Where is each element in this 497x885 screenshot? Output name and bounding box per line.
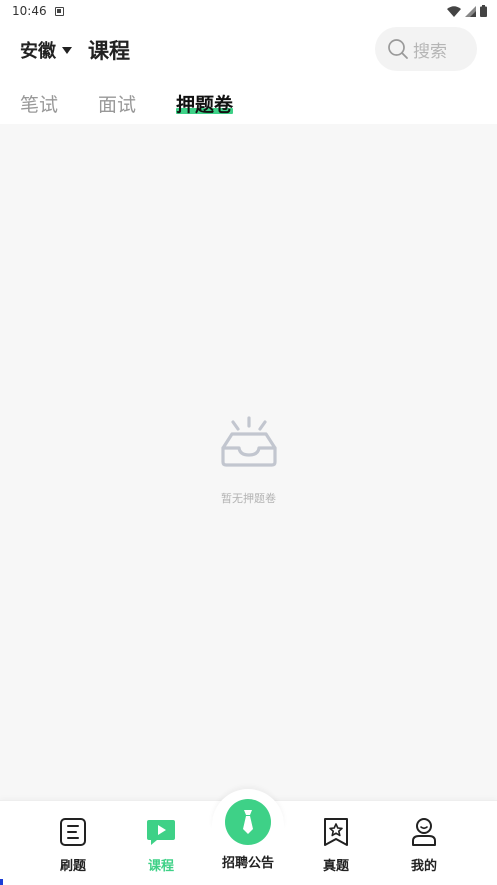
empty-state: 暂无押题卷: [0, 416, 497, 506]
tab-label: 面试: [98, 94, 137, 116]
user-icon: [412, 818, 436, 846]
search-placeholder: 搜索: [413, 41, 447, 62]
nav-item-practice[interactable]: 刷题: [33, 817, 113, 874]
battery-icon: [480, 5, 487, 17]
recruitment-circle: [225, 799, 271, 845]
video-play-icon: [147, 820, 175, 845]
empty-inbox-icon: [220, 416, 277, 467]
tab-label: 笔试: [20, 94, 59, 116]
nav-item-courses[interactable]: 课程: [121, 817, 201, 874]
content-area: 暂无押题卷: [0, 124, 497, 800]
nav-item-past-papers[interactable]: 真题: [296, 817, 376, 874]
tab-label: 押题卷: [176, 94, 234, 116]
nav-item-recruitment[interactable]: 招聘公告: [208, 799, 288, 871]
header: 安徽 课程 搜索: [0, 22, 497, 78]
page-title: 课程: [88, 39, 130, 63]
tab-mock-papers[interactable]: 押题卷: [176, 84, 234, 118]
nav-label: 招聘公告: [221, 856, 274, 871]
region-selector[interactable]: 安徽: [20, 37, 72, 63]
nav-label: 刷题: [59, 859, 86, 874]
search-icon: [388, 39, 408, 59]
nav-label: 真题: [322, 859, 349, 874]
search-box[interactable]: 搜索: [375, 27, 477, 71]
nav-label: 课程: [147, 859, 174, 874]
course-tabs: 笔试 面试 押题卷: [0, 84, 497, 124]
home-indicator: [0, 879, 3, 885]
tie-icon: [243, 810, 253, 834]
star-bookmark-icon: [324, 818, 348, 846]
empty-state-text: 暂无押题卷: [221, 492, 276, 505]
region-label: 安徽: [20, 41, 56, 62]
document-icon: [60, 818, 86, 846]
tab-written-exam[interactable]: 笔试: [20, 84, 58, 118]
cellular-signal-icon: [465, 5, 476, 17]
nav-item-profile[interactable]: 我的: [384, 817, 464, 874]
status-time: 10:46: [12, 4, 47, 18]
tab-interview[interactable]: 面试: [98, 84, 136, 118]
bottom-nav: 刷题 课程 招聘公告 真题 我的: [0, 789, 497, 885]
nav-label: 我的: [410, 859, 437, 874]
caret-down-icon: [62, 47, 72, 54]
status-left: 10:46: [12, 4, 64, 18]
status-bar: 10:46: [0, 0, 497, 22]
status-right: [447, 5, 487, 17]
notification-app-icon: [54, 6, 64, 16]
wifi-icon: [447, 5, 461, 17]
